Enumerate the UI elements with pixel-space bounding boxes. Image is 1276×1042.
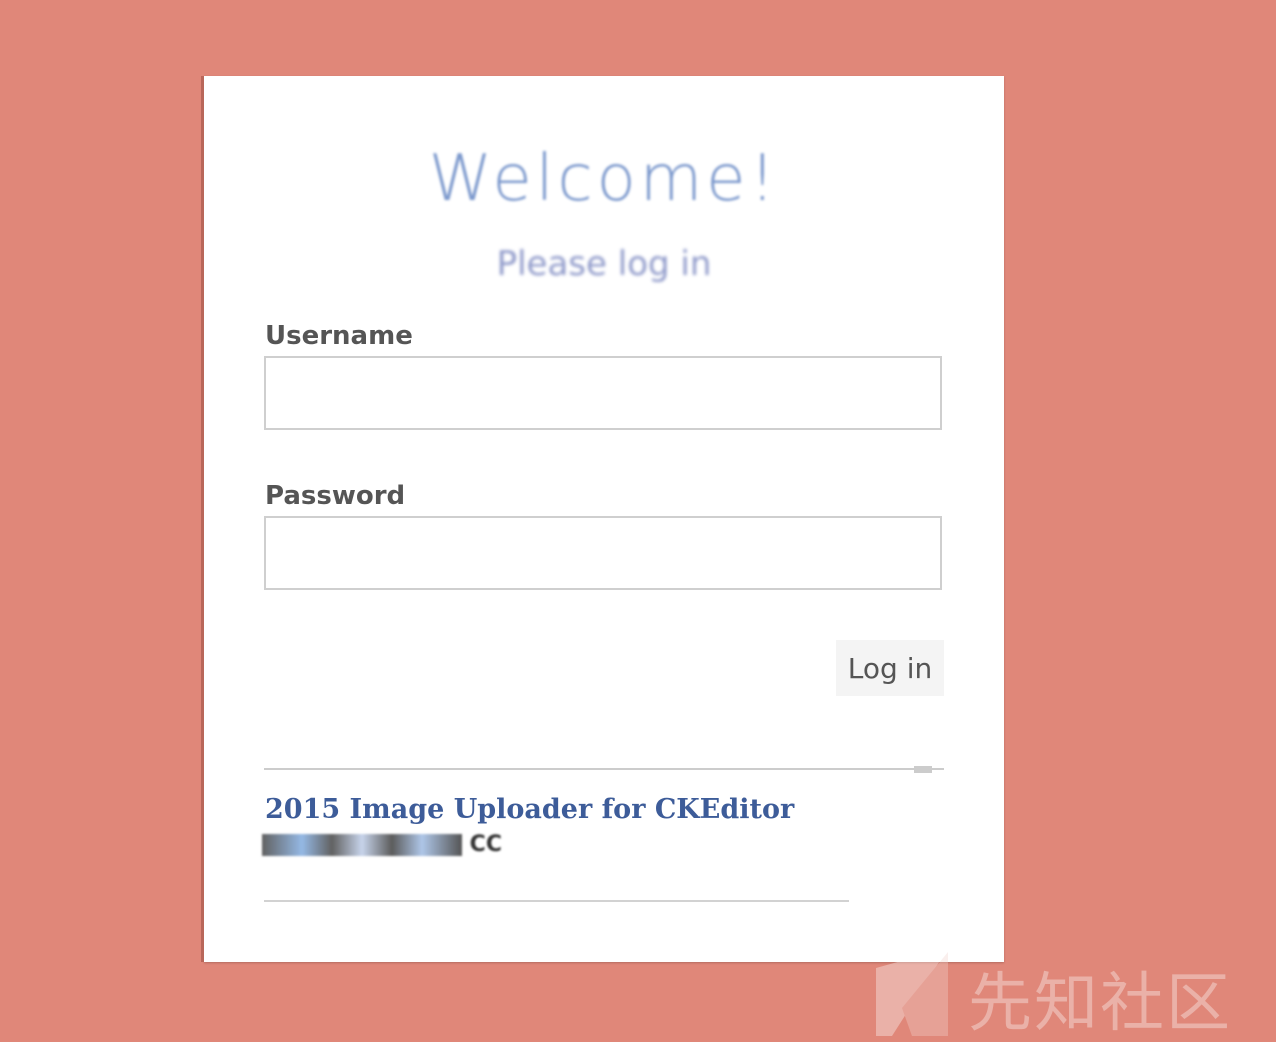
page-background: Welcome! Please log in Username Password…: [0, 0, 1276, 1042]
password-label: Password: [265, 481, 406, 511]
watermark-text: 先知社区: [968, 967, 1232, 1041]
watermark-logo-icon: [876, 948, 948, 1036]
footer-author: CC: [262, 832, 502, 860]
login-card: Welcome! Please log in Username Password…: [204, 76, 1004, 962]
username-input[interactable]: [264, 356, 942, 430]
login-button[interactable]: Log in: [836, 640, 944, 696]
footer-author-suffix: CC: [469, 832, 502, 857]
welcome-title: Welcome!: [428, 142, 780, 216]
watermark: 先知社区: [872, 948, 1262, 1041]
welcome-subtitle: Please log in: [496, 244, 712, 284]
footer-title-link[interactable]: 2015 Image Uploader for CKEditor: [265, 794, 794, 825]
password-input[interactable]: [264, 516, 942, 590]
redacted-author-name: [262, 834, 462, 856]
footer-divider-bottom: [264, 900, 849, 902]
footer-divider-top: [264, 768, 944, 770]
username-label: Username: [265, 321, 413, 351]
divider-handle: [914, 766, 932, 773]
